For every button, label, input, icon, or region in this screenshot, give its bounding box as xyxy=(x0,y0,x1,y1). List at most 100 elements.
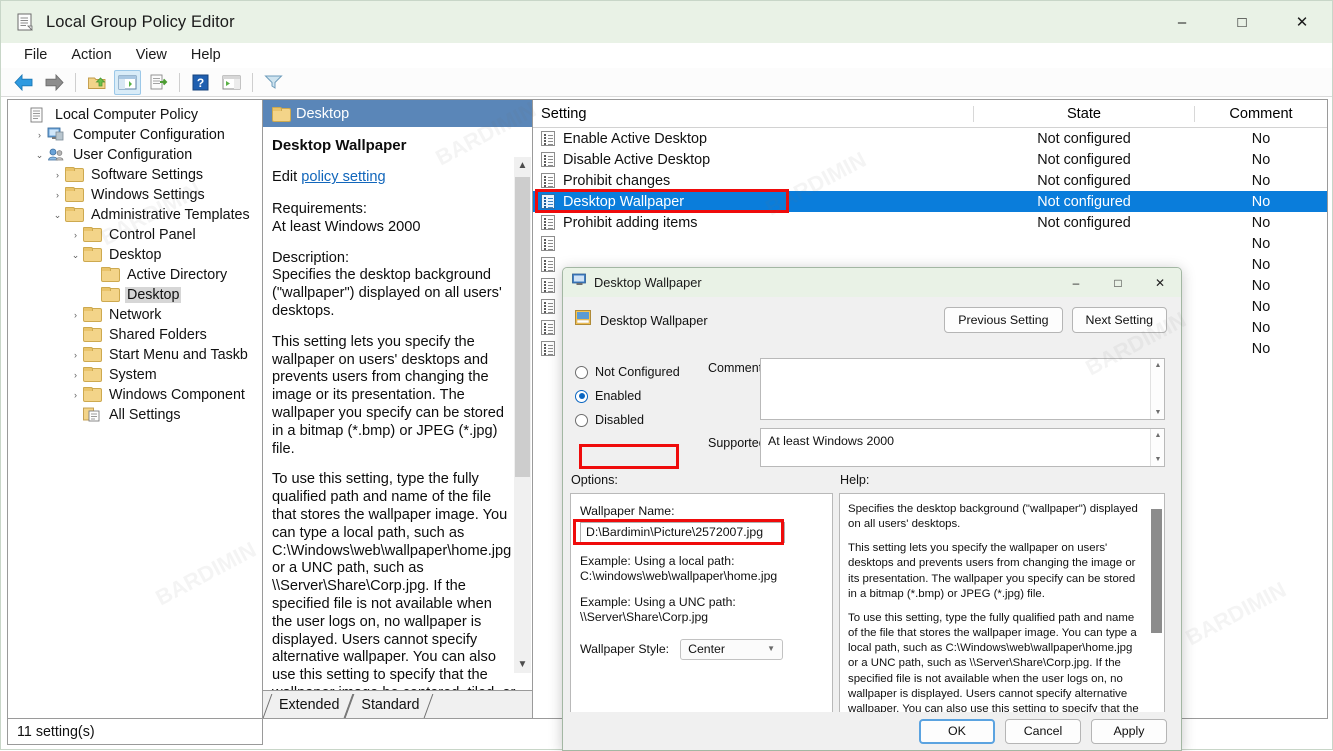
tab-standard[interactable]: Standard xyxy=(349,694,429,718)
radio-enabled[interactable]: Enabled xyxy=(575,384,700,408)
policy-setting-icon xyxy=(541,278,555,293)
tree-node-active-directory[interactable]: Active Directory xyxy=(8,265,262,285)
scroll-up-icon[interactable]: ▲ xyxy=(1151,429,1165,442)
scroll-down-icon[interactable]: ▼ xyxy=(1151,406,1165,419)
tree-node-start-menu-and-taskb[interactable]: › Start Menu and Taskb xyxy=(8,345,262,365)
chevron-right-icon[interactable]: › xyxy=(50,170,65,180)
table-row[interactable]: Prohibit changes Not configured No xyxy=(533,170,1327,191)
ok-button[interactable]: OK xyxy=(919,718,995,744)
chevron-right-icon[interactable]: › xyxy=(68,350,83,360)
toolbar-separator-1 xyxy=(75,72,76,92)
help-paragraph-2: To use this setting, type the fully qual… xyxy=(848,611,1139,715)
tree-node-windows-settings[interactable]: › Windows Settings xyxy=(8,185,262,205)
radio-disabled[interactable]: Disabled xyxy=(575,408,700,432)
folder-icon xyxy=(101,267,120,283)
minimize-button[interactable]: ‒ xyxy=(1152,1,1212,43)
chevron-down-icon[interactable]: ⌄ xyxy=(50,210,65,221)
dialog-close-button[interactable]: ✕ xyxy=(1139,268,1181,297)
policy-setting-link[interactable]: policy setting xyxy=(301,169,385,185)
scrollbar-thumb[interactable] xyxy=(515,177,530,477)
apply-button[interactable]: Apply xyxy=(1091,718,1167,744)
scroll-up-icon[interactable]: ▲ xyxy=(1151,359,1165,372)
filter-icon[interactable] xyxy=(260,70,287,95)
tree-node-windows-component[interactable]: › Windows Component xyxy=(8,385,262,405)
description-scrollbar[interactable]: ▲ ▼ xyxy=(514,157,531,673)
help-icon[interactable]: ? xyxy=(187,70,214,95)
close-button[interactable]: ✕ xyxy=(1272,1,1332,43)
chevron-right-icon[interactable]: › xyxy=(50,190,65,200)
tree-node-user-configuration[interactable]: ⌄ User Configuration xyxy=(8,145,262,165)
tree-node-control-panel[interactable]: › Control Panel xyxy=(8,225,262,245)
tree-node-desktop[interactable]: ⌄ Desktop xyxy=(8,245,262,265)
tree-node-desktop[interactable]: Desktop xyxy=(8,285,262,305)
tree-node-local-computer-policy[interactable]: Local Computer Policy xyxy=(8,105,262,125)
help-scrollbar[interactable] xyxy=(1150,495,1163,717)
show-hide-console-tree-icon[interactable] xyxy=(114,69,141,95)
maximize-button[interactable]: □ xyxy=(1212,1,1272,43)
wallpaper-name-input[interactable]: D:\Bardimin\Picture\2572007.jpg xyxy=(580,522,785,543)
scrollbar-thumb[interactable] xyxy=(1151,509,1162,633)
scroll-down-icon[interactable]: ▼ xyxy=(1151,453,1165,466)
column-header-state[interactable]: State xyxy=(973,105,1195,122)
tree-node-label: Computer Configuration xyxy=(73,127,225,143)
up-one-level-icon[interactable] xyxy=(83,70,110,95)
column-header-setting[interactable]: Setting xyxy=(533,106,973,122)
menu-item-view[interactable]: View xyxy=(124,45,179,65)
export-list-icon[interactable] xyxy=(145,70,172,95)
tree-node-label: Local Computer Policy xyxy=(55,107,199,123)
chevron-right-icon[interactable]: › xyxy=(68,370,83,380)
policy-setting-icon xyxy=(541,341,555,356)
supported-scrollbar[interactable]: ▲ ▼ xyxy=(1150,429,1164,466)
chevron-right-icon[interactable]: › xyxy=(68,230,83,240)
description-body: Desktop Wallpaper Edit policy setting Re… xyxy=(263,127,532,690)
menu-item-help[interactable]: Help xyxy=(179,45,233,65)
cancel-button[interactable]: Cancel xyxy=(1005,718,1081,744)
chevron-right-icon[interactable]: › xyxy=(68,390,83,400)
tree-node-administrative-templates[interactable]: ⌄ Administrative Templates xyxy=(8,205,262,225)
tree-node-shared-folders[interactable]: Shared Folders xyxy=(8,325,262,345)
menu-item-file[interactable]: File xyxy=(12,45,59,65)
chevron-down-icon[interactable]: ⌄ xyxy=(68,250,83,261)
back-icon[interactable] xyxy=(10,70,37,95)
supported-on-value: At least Windows 2000 xyxy=(768,434,895,448)
tree-node-computer-configuration[interactable]: › Computer Configuration xyxy=(8,125,262,145)
next-setting-button[interactable]: Next Setting xyxy=(1071,307,1167,333)
forward-icon[interactable] xyxy=(41,70,68,95)
radio-not-configured[interactable]: Not Configured xyxy=(575,360,700,384)
wallpaper-style-select[interactable]: Center ▼ xyxy=(680,638,784,660)
scroll-down-icon[interactable]: ▼ xyxy=(514,656,531,673)
dialog-minimize-button[interactable]: ‒ xyxy=(1055,268,1097,297)
comment-scrollbar[interactable]: ▲ ▼ xyxy=(1150,359,1164,419)
tree-node-all-settings[interactable]: All Settings xyxy=(8,405,262,425)
description-block: Description: Specifies the desktop backg… xyxy=(272,250,516,321)
setting-nav-buttons: Previous Setting Next Setting xyxy=(944,307,1167,333)
tree-node-label: All Settings xyxy=(109,407,181,423)
help-paragraph-1: This setting lets you specify the wallpa… xyxy=(848,542,1136,600)
dialog-maximize-button[interactable]: □ xyxy=(1097,268,1139,297)
description-pane-header: Desktop xyxy=(263,100,532,127)
scroll-up-icon[interactable]: ▲ xyxy=(514,157,531,174)
tree-node-software-settings[interactable]: › Software Settings xyxy=(8,165,262,185)
table-row[interactable]: Disable Active Desktop Not configured No xyxy=(533,149,1327,170)
tree-node-system[interactable]: › System xyxy=(8,365,262,385)
help-panel[interactable]: Specifies the desktop background ("wallp… xyxy=(839,493,1165,719)
toolbar-separator-3 xyxy=(252,72,253,92)
chevron-down-icon[interactable]: ⌄ xyxy=(32,150,47,161)
table-row[interactable]: Enable Active Desktop Not configured No xyxy=(533,128,1327,149)
table-row[interactable]: Desktop Wallpaper Not configured No xyxy=(533,191,1327,212)
chevron-right-icon[interactable]: › xyxy=(68,310,83,320)
cell-comment: No xyxy=(1251,319,1271,336)
tree-node-network[interactable]: › Network xyxy=(8,305,262,325)
show-hide-action-pane-icon[interactable] xyxy=(218,70,245,95)
console-tree-pane[interactable]: Local Computer Policy › Computer Configura… xyxy=(7,99,263,719)
chevron-right-icon[interactable]: › xyxy=(32,130,47,140)
menu-item-action[interactable]: Action xyxy=(59,45,123,65)
tab-extended[interactable]: Extended xyxy=(267,694,349,718)
cell-setting: Disable Active Desktop xyxy=(533,152,973,168)
column-header-comment[interactable]: Comment xyxy=(1195,106,1327,122)
previous-setting-button[interactable]: Previous Setting xyxy=(944,307,1063,333)
table-row[interactable]: No xyxy=(533,233,1327,254)
comment-textarea[interactable]: ▲ ▼ xyxy=(760,358,1165,420)
table-row[interactable]: Prohibit adding items Not configured No xyxy=(533,212,1327,233)
cell-state: Not configured xyxy=(1037,193,1131,210)
